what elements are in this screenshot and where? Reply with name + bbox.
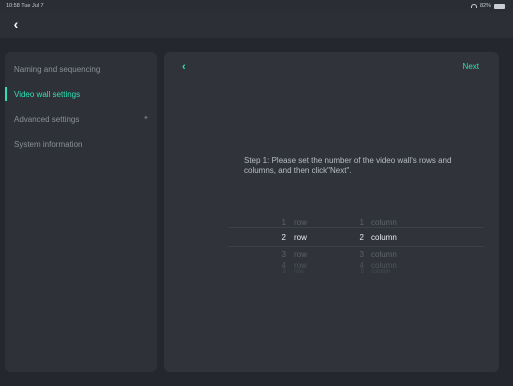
pin-icon: ✦ xyxy=(143,115,149,122)
picker-option[interactable]: 1 row 1 column xyxy=(164,216,499,228)
back-button[interactable]: ‹ xyxy=(6,14,26,34)
sidebar-item-video-wall[interactable]: Video wall settings xyxy=(5,84,157,104)
column-label: column xyxy=(371,232,397,242)
sidebar-item-label: System information xyxy=(14,139,83,149)
sidebar: Naming and sequencing Video wall setting… xyxy=(5,52,157,372)
top-bar xyxy=(0,12,513,38)
picker-divider xyxy=(228,246,484,247)
picker-option-selected[interactable]: 2 row 2 column xyxy=(164,231,499,243)
panel-back-button[interactable]: ‹ xyxy=(182,60,196,74)
column-number: 1 xyxy=(359,217,364,227)
chevron-left-icon: ‹ xyxy=(13,16,19,32)
row-number: 3 xyxy=(281,249,286,259)
main-panel: ‹ Next Step 1: Please set the number of … xyxy=(164,52,499,372)
battery-percent: 82% xyxy=(479,3,491,9)
status-indicators: 82% xyxy=(470,3,505,9)
battery-icon xyxy=(494,3,505,9)
status-bar: 10:58 Tue Jul 7 82% xyxy=(0,0,513,12)
sidebar-item-system[interactable]: System information xyxy=(5,134,157,154)
row-number: 1 xyxy=(281,217,286,227)
row-label: row xyxy=(294,269,304,275)
sidebar-item-naming[interactable]: Naming and sequencing xyxy=(5,59,157,79)
column-label: column xyxy=(371,269,391,275)
column-label: column xyxy=(371,249,397,259)
row-label: row xyxy=(294,217,307,227)
column-number: 3 xyxy=(359,249,364,259)
next-button[interactable]: Next xyxy=(463,62,479,71)
wifi-icon xyxy=(470,4,477,8)
column-number: 5 xyxy=(360,269,364,275)
status-time: 10:58 Tue Jul 7 xyxy=(6,3,44,9)
column-label: column xyxy=(371,217,397,227)
sidebar-item-advanced[interactable]: Advanced settings ✦ xyxy=(5,109,157,129)
row-label: row xyxy=(294,232,307,242)
row-number: 5 xyxy=(282,269,286,275)
sidebar-item-label: Naming and sequencing xyxy=(14,64,101,74)
row-label: row xyxy=(294,249,307,259)
sidebar-item-label: Video wall settings xyxy=(14,89,81,99)
row-number: 2 xyxy=(281,232,286,242)
chevron-left-icon: ‹ xyxy=(182,61,186,73)
step-instructions: Step 1: Please set the number of the vid… xyxy=(244,156,452,175)
column-number: 2 xyxy=(359,232,364,242)
active-indicator xyxy=(5,87,7,101)
sidebar-item-label: Advanced settings xyxy=(14,114,80,124)
picker-option[interactable]: 5 row 5 column xyxy=(164,268,499,276)
